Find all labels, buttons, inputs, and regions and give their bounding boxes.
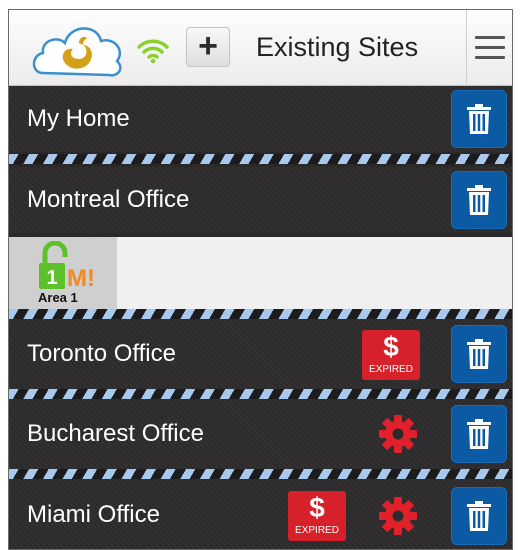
gear-icon[interactable] — [378, 414, 418, 454]
expired-badge[interactable]: $ EXPIRED — [362, 330, 420, 380]
unlocked-padlock-icon: 1 M! — [39, 241, 95, 292]
menu-divider — [466, 10, 467, 85]
swan-cloud-logo[interactable] — [29, 19, 125, 81]
delete-button[interactable] — [451, 405, 507, 463]
site-name: My Home — [27, 105, 130, 132]
site-row-my-home[interactable]: My Home — [9, 86, 512, 152]
delete-button[interactable] — [451, 487, 507, 545]
wifi-icon — [137, 39, 169, 64]
delete-button[interactable] — [451, 325, 507, 383]
area-strip: 1 M! Area 1 — [9, 237, 512, 309]
expired-label: EXPIRED — [369, 364, 413, 375]
divider-stripe — [9, 154, 512, 164]
site-name: Toronto Office — [27, 340, 176, 367]
trash-icon — [467, 501, 491, 531]
divider-stripe — [9, 309, 512, 319]
area-label: Area 1 — [38, 290, 78, 305]
area-badge-text: M! — [67, 265, 95, 292]
page-title: Existing Sites — [256, 32, 419, 62]
delete-button[interactable] — [451, 90, 507, 148]
hamburger-menu-icon[interactable] — [475, 36, 505, 60]
site-name: Miami Office — [27, 501, 160, 528]
area-badge-number: 1 — [46, 267, 57, 289]
dollar-icon: $ — [383, 331, 399, 362]
divider-stripe — [9, 389, 512, 399]
dollar-icon: $ — [309, 492, 325, 523]
delete-button[interactable] — [451, 171, 507, 229]
site-row-miami-office[interactable]: Miami Office $ EXPIRED — [9, 479, 512, 549]
trash-icon — [467, 419, 491, 449]
expired-badge[interactable]: $ EXPIRED — [288, 491, 346, 541]
site-row-bucharest-office[interactable]: Bucharest Office — [9, 399, 512, 469]
header-bar: + Existing Sites — [9, 10, 512, 86]
divider-stripe — [9, 469, 512, 479]
trash-icon — [467, 104, 491, 134]
area-tile[interactable]: 1 M! Area 1 — [9, 237, 117, 309]
add-site-button[interactable]: + — [186, 27, 230, 67]
gear-icon[interactable] — [378, 496, 418, 536]
trash-icon — [467, 185, 491, 215]
site-row-toronto-office[interactable]: Toronto Office $ EXPIRED — [9, 319, 512, 389]
site-name: Montreal Office — [27, 186, 190, 213]
app-frame: + Existing Sites My Home Montreal Office — [8, 9, 513, 550]
expired-label: EXPIRED — [295, 525, 339, 536]
site-row-montreal-office[interactable]: Montreal Office — [9, 167, 512, 233]
site-name: Bucharest Office — [27, 420, 204, 447]
trash-icon — [467, 339, 491, 369]
